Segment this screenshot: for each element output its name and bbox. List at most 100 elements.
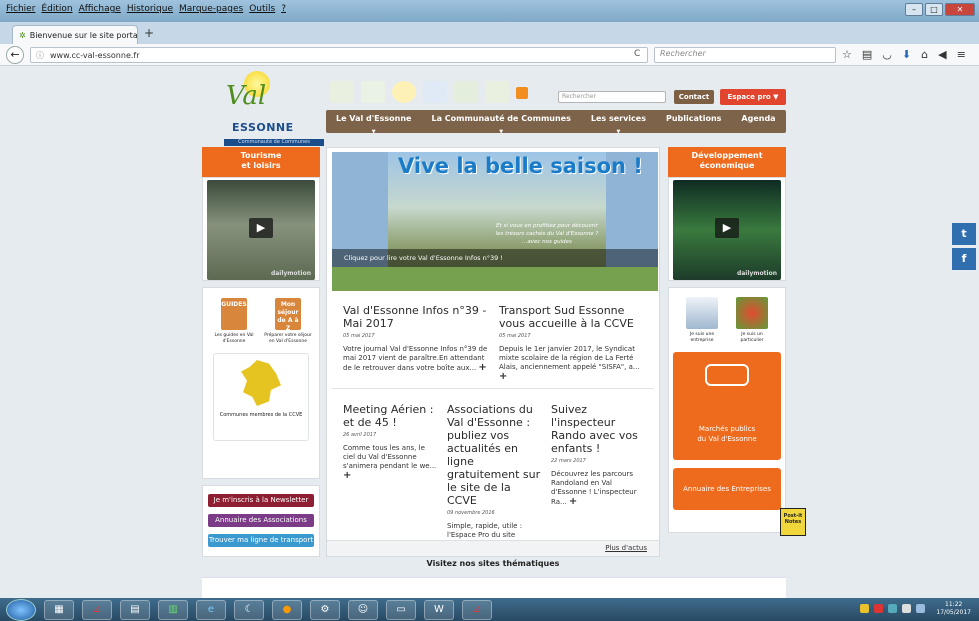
menu-outils[interactable]: Outils xyxy=(249,4,275,14)
news-title[interactable]: Transport Sud Essonne vous accueille à l… xyxy=(499,304,647,330)
news-title[interactable]: Suivez l'inspecteur Rando avec vos enfan… xyxy=(551,403,649,455)
taskbar-app-firefox[interactable]: ● xyxy=(272,599,302,620)
tray-icon[interactable] xyxy=(916,604,925,613)
home-icon[interactable]: ⌂ xyxy=(921,48,928,61)
site-logo[interactable]: Val ESSONNE Communauté de Communes xyxy=(220,71,328,147)
news-title[interactable]: Meeting Aérien : et de 45 ! xyxy=(343,403,437,429)
taskbar-app-ie[interactable]: e xyxy=(196,599,226,620)
play-icon[interactable]: ▶ xyxy=(715,218,739,238)
logo-cc-text: Communauté de Communes xyxy=(224,139,324,146)
logo-val-text: Val xyxy=(226,81,267,111)
taskbar-app-calc[interactable]: ▥ xyxy=(158,599,188,620)
taskbar-app-notes[interactable]: ▤ xyxy=(120,599,150,620)
taskbar-app-tool[interactable]: ⚙ xyxy=(310,599,340,620)
menu-fichier[interactable]: Fichier xyxy=(6,4,35,14)
send-icon[interactable]: ◀ xyxy=(938,48,946,61)
download-icon[interactable]: ⬇ xyxy=(902,48,911,61)
banner-caption[interactable]: Cliquez pour lire votre Val d'Essonne In… xyxy=(332,249,658,267)
news-title[interactable]: Val d'Essonne Infos n°39 - Mai 2017 xyxy=(343,304,491,330)
url-bar[interactable]: ⓘ www.cc-val-essonne.fr xyxy=(30,47,648,63)
clock[interactable]: 11:22 17/05/2017 xyxy=(936,601,971,617)
maximize-button[interactable]: □ xyxy=(925,3,943,16)
guides-cover: GUIDES xyxy=(221,298,247,330)
plus-icon[interactable]: + xyxy=(569,496,577,507)
headline-banner[interactable]: Vive la belle saison ! Et si vous en pro… xyxy=(332,152,658,291)
news-item[interactable]: Suivez l'inspecteur Rando avec vos enfan… xyxy=(551,403,649,507)
play-icon[interactable]: ▶ xyxy=(249,218,273,238)
close-window-button[interactable]: ✕ xyxy=(945,3,975,16)
window-controls: – □ ✕ xyxy=(905,3,975,16)
plus-icon[interactable]: + xyxy=(499,371,507,382)
taskbar-app-pdf[interactable]: ⊿ xyxy=(82,599,112,620)
reading-list-icon[interactable]: ▤ xyxy=(862,48,872,61)
menu-historique[interactable]: Historique xyxy=(127,4,173,14)
taskbar-app-word[interactable]: W xyxy=(424,599,454,620)
tray-icon[interactable] xyxy=(888,604,897,613)
twitter-icon[interactable]: t xyxy=(952,223,976,245)
people-icon[interactable] xyxy=(454,81,478,103)
nav-communaute[interactable]: La Communauté de Communes xyxy=(421,110,580,133)
site-search-input[interactable]: Rechercher xyxy=(558,91,666,103)
espace-pro-button[interactable]: Espace pro ▼ xyxy=(720,89,786,105)
newsletter-button[interactable]: Je m'inscris à la Newsletter xyxy=(208,494,314,507)
tourisme-video[interactable]: ▶ dailymotion xyxy=(207,180,315,280)
annuaire-associations-button[interactable]: Annuaire des Associations xyxy=(208,514,314,527)
nav-agenda[interactable]: Agenda xyxy=(731,110,785,133)
new-tab-button[interactable]: + xyxy=(144,26,154,40)
menu-affichage[interactable]: Affichage xyxy=(79,4,121,14)
news-item[interactable]: Meeting Aérien : et de 45 ! 26 avril 201… xyxy=(343,403,437,481)
taskbar-app-folder[interactable]: ▭ xyxy=(386,599,416,620)
news-item[interactable]: Transport Sud Essonne vous accueille à l… xyxy=(499,304,647,382)
eco-video[interactable]: ▶ dailymotion xyxy=(673,180,781,280)
nav-le-val-d-essonne[interactable]: Le Val d'Essonne xyxy=(326,110,421,133)
bookmark-star-icon[interactable]: ☆ xyxy=(842,48,852,61)
entreprise-link[interactable]: Je suis une entreprise xyxy=(682,297,722,344)
info-icon[interactable]: ⓘ xyxy=(36,50,44,61)
start-button[interactable] xyxy=(6,598,36,621)
guide-link-sejour[interactable]: Mon séjour de A à Z Préparer votre séjou… xyxy=(264,298,312,345)
mobilval-icon[interactable] xyxy=(330,81,354,103)
pocket-icon[interactable]: ◡ xyxy=(882,48,892,61)
tray-icon[interactable] xyxy=(860,604,869,613)
annuaire-entreprises-button[interactable]: Annuaire des Entreprises xyxy=(673,468,781,510)
transport-button[interactable]: Trouver ma ligne de transport xyxy=(208,534,314,547)
url-text: www.cc-val-essonne.fr xyxy=(50,50,140,60)
sun-partner-icon[interactable] xyxy=(392,81,416,103)
browser-search-input[interactable]: Rechercher xyxy=(654,47,836,63)
val-essonne-icon[interactable] xyxy=(361,81,385,103)
contact-button[interactable]: Contact xyxy=(674,90,714,104)
tray-icon[interactable] xyxy=(902,604,911,613)
news-title[interactable]: Associations du Val d'Essonne : publiez … xyxy=(447,403,543,507)
news-item[interactable]: Val d'Essonne Infos n°39 - Mai 2017 05 m… xyxy=(343,304,491,373)
webcam-icon[interactable] xyxy=(423,81,447,103)
menu-hamburger-icon[interactable]: ≡ xyxy=(957,48,966,61)
particulier-link[interactable]: Je suis un particulier xyxy=(732,297,772,344)
taskbar-app-files[interactable]: ▦ xyxy=(44,599,74,620)
taskbar-app-acrobat[interactable]: ⊿ xyxy=(462,599,492,620)
nav-services[interactable]: Les services xyxy=(581,110,656,133)
post-it-icon[interactable]: Post-it Notes xyxy=(780,508,806,536)
main-navigation: Le Val d'Essonne La Communauté de Commun… xyxy=(326,110,786,133)
minimize-button[interactable]: – xyxy=(905,3,923,16)
communes-map-link[interactable]: Communes membres de la CCVE xyxy=(213,353,309,441)
rss-icon[interactable] xyxy=(516,87,528,99)
taskbar-app-people[interactable]: ☺ xyxy=(348,599,378,620)
taskbar-app-moon[interactable]: ☾ xyxy=(234,599,264,620)
plus-icon[interactable]: + xyxy=(343,470,351,481)
partner-val-icon[interactable] xyxy=(485,81,509,103)
menu-help[interactable]: ? xyxy=(281,4,286,14)
plus-d-actus-link[interactable]: Plus d'actus xyxy=(327,540,659,556)
nav-publications[interactable]: Publications xyxy=(656,110,731,133)
marches-publics-button[interactable]: Marchés publics du Val d'Essonne xyxy=(673,352,781,460)
reload-icon[interactable]: C xyxy=(634,49,640,59)
plus-icon[interactable]: + xyxy=(478,362,486,373)
news-item[interactable]: Associations du Val d'Essonne : publiez … xyxy=(447,403,543,559)
guide-link-guides[interactable]: GUIDES Les guides en Val d'Essonne xyxy=(210,298,258,345)
menu-edition[interactable]: Édition xyxy=(41,4,72,14)
tray-icon[interactable] xyxy=(874,604,883,613)
left-column: Tourisme et loisirs ▶ dailymotion GUIDES… xyxy=(202,147,320,557)
menu-marque-pages[interactable]: Marque-pages xyxy=(179,4,243,14)
facebook-icon[interactable]: f xyxy=(952,248,976,270)
back-button[interactable]: ← xyxy=(6,46,24,64)
tab-site[interactable]: ✲ Bienvenue sur le site portail c × xyxy=(12,25,138,44)
